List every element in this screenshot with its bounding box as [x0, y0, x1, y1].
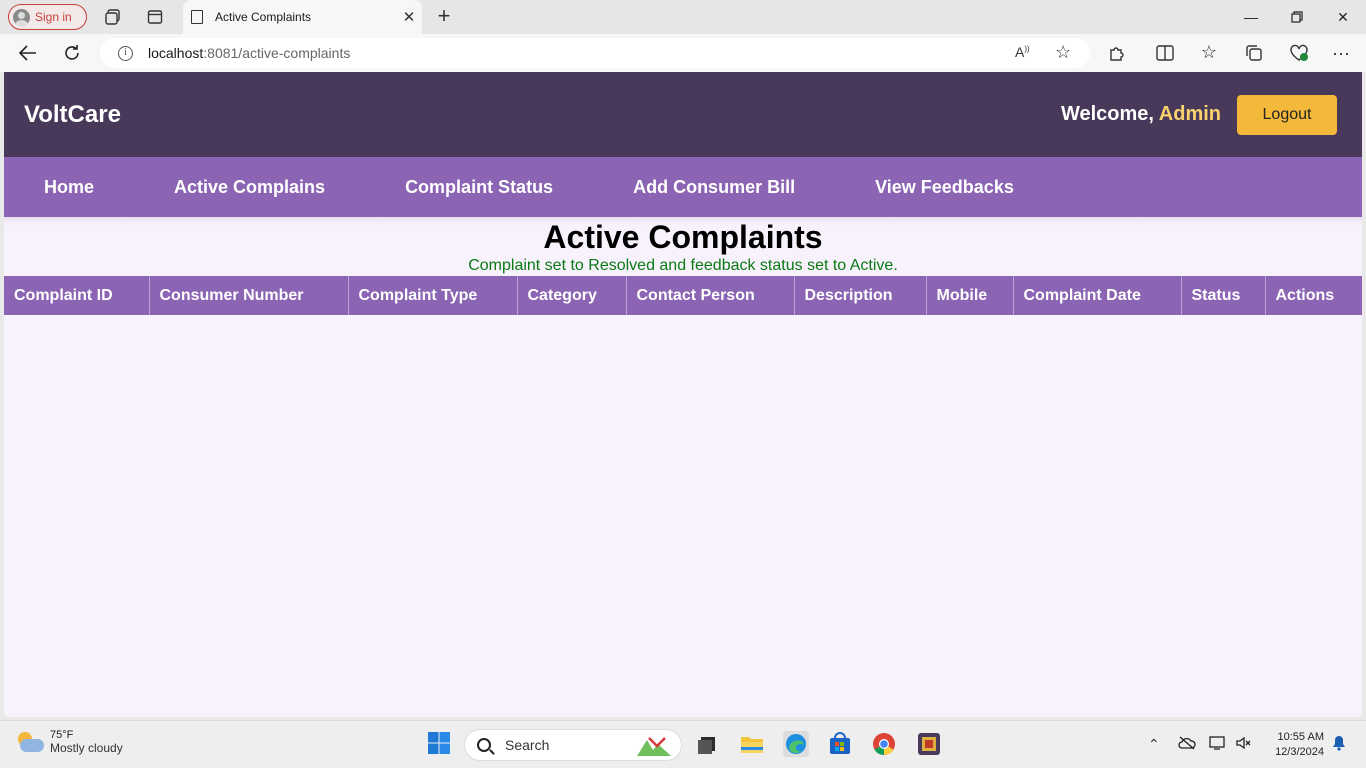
show-hidden-icons-icon[interactable]: ⌃ — [1148, 736, 1160, 753]
workspaces-icon[interactable] — [102, 7, 124, 27]
system-clock[interactable]: 10:55 AM 12/3/2024 — [1266, 730, 1324, 760]
taskbar-search-label: Search — [505, 737, 550, 753]
collections-icon[interactable] — [1243, 42, 1265, 64]
weather-widget[interactable]: 75°F Mostly cloudy — [16, 729, 123, 755]
tab-actions-icon[interactable] — [144, 7, 166, 27]
search-icon — [477, 738, 491, 752]
nav-active-complains[interactable]: Active Complains — [174, 177, 325, 198]
site-info-icon[interactable]: i — [118, 45, 133, 61]
page-viewport: VoltCare Welcome, Admin Logout Home Acti… — [4, 72, 1362, 717]
refresh-icon[interactable] — [60, 42, 84, 64]
split-screen-icon[interactable] — [1154, 42, 1176, 64]
welcome-text: Welcome, Admin — [1061, 103, 1221, 126]
table-header-row: Complaint ID Consumer Number Complaint T… — [4, 276, 1362, 315]
favorite-star-icon[interactable]: ☆ — [1055, 42, 1071, 63]
search-highlight-icon — [635, 734, 673, 758]
col-complaint-id: Complaint ID — [4, 276, 150, 315]
task-view-icon[interactable] — [694, 731, 720, 757]
restore-icon[interactable] — [1274, 0, 1320, 34]
nav-home[interactable]: Home — [44, 177, 94, 198]
header-user-area: Welcome, Admin Logout — [1061, 94, 1337, 135]
onedrive-offline-icon[interactable] — [1178, 736, 1196, 753]
col-actions: Actions — [1265, 276, 1362, 315]
clock-date: 12/3/2024 — [1275, 746, 1324, 758]
weather-desc: Mostly cloudy — [50, 741, 123, 755]
complaints-table: Complaint ID Consumer Number Complaint T… — [4, 276, 1362, 315]
brand-logo[interactable]: VoltCare — [24, 101, 121, 129]
microsoft-store-icon[interactable] — [827, 731, 853, 757]
network-icon[interactable] — [1209, 736, 1227, 753]
partly-cloudy-icon — [16, 732, 44, 752]
logout-button[interactable]: Logout — [1237, 94, 1337, 135]
windows-start-icon[interactable] — [427, 731, 453, 757]
browser-tabstrip: Sign in Active Complaints ✕ + — ✕ — [0, 0, 1366, 34]
taskbar: 75°F Mostly cloudy Search ⌃ 10:55 AM 12/… — [0, 720, 1366, 768]
chrome-icon[interactable] — [871, 731, 897, 757]
extensions-icon[interactable] — [1106, 42, 1128, 64]
app-header: VoltCare Welcome, Admin Logout — [4, 72, 1362, 157]
notification-bell-icon[interactable] — [1332, 735, 1346, 754]
new-tab-icon[interactable]: + — [432, 5, 456, 29]
col-status: Status — [1181, 276, 1266, 315]
col-description: Description — [794, 276, 927, 315]
taskbar-search[interactable]: Search — [464, 729, 682, 761]
col-mobile: Mobile — [926, 276, 1014, 315]
success-message: Complaint set to Resolved and feedback s… — [468, 257, 898, 274]
read-aloud-icon[interactable]: A)) — [1015, 44, 1030, 60]
weather-temp: 75°F — [50, 729, 74, 741]
clock-time: 10:55 AM — [1277, 731, 1324, 743]
col-complaint-date: Complaint Date — [1013, 276, 1182, 315]
sign-in-button[interactable]: Sign in — [8, 4, 87, 30]
col-complaint-type: Complaint Type — [348, 276, 518, 315]
table-header: Complaint ID Consumer Number Complaint T… — [4, 276, 1362, 315]
minimize-icon[interactable]: — — [1228, 0, 1274, 34]
page-icon — [191, 10, 203, 24]
welcome-prefix: Welcome, — [1060, 103, 1154, 125]
nav-view-feedbacks[interactable]: View Feedbacks — [875, 177, 1014, 198]
back-arrow-icon[interactable] — [16, 42, 40, 64]
browser-toolbar: i localhost:8081/active-complaints A)) ☆… — [0, 34, 1366, 72]
sign-in-label: Sign in — [35, 10, 72, 24]
more-menu-icon[interactable]: ··· — [1330, 42, 1352, 64]
browser-essentials-icon[interactable] — [1288, 42, 1310, 64]
address-bar[interactable]: i localhost:8081/active-complaints A)) ☆ — [100, 38, 1090, 68]
close-tab-icon[interactable]: ✕ — [396, 8, 422, 26]
tab-title: Active Complaints — [215, 10, 312, 24]
profile-avatar-icon — [13, 8, 30, 26]
game-app-icon[interactable] — [916, 731, 942, 757]
favorites-icon[interactable]: ☆ — [1198, 41, 1220, 63]
active-tab[interactable]: Active Complaints ✕ — [183, 0, 422, 34]
edge-browser-icon[interactable] — [783, 731, 809, 757]
url-host: localhost — [148, 45, 204, 61]
user-name: Admin — [1158, 103, 1221, 125]
col-consumer-number: Consumer Number — [149, 276, 349, 315]
file-explorer-icon[interactable] — [739, 731, 765, 757]
page-title: Active Complaints — [543, 219, 823, 255]
volume-muted-icon[interactable] — [1236, 736, 1252, 753]
col-category: Category — [517, 276, 627, 315]
nav-add-consumer-bill[interactable]: Add Consumer Bill — [633, 177, 795, 198]
col-contact-person: Contact Person — [626, 276, 795, 315]
nav-complaint-status[interactable]: Complaint Status — [405, 177, 553, 198]
url-path: :8081/active-complaints — [203, 45, 351, 61]
main-nav: Home Active Complains Complaint Status A… — [4, 157, 1362, 217]
close-window-icon[interactable]: ✕ — [1320, 0, 1366, 34]
